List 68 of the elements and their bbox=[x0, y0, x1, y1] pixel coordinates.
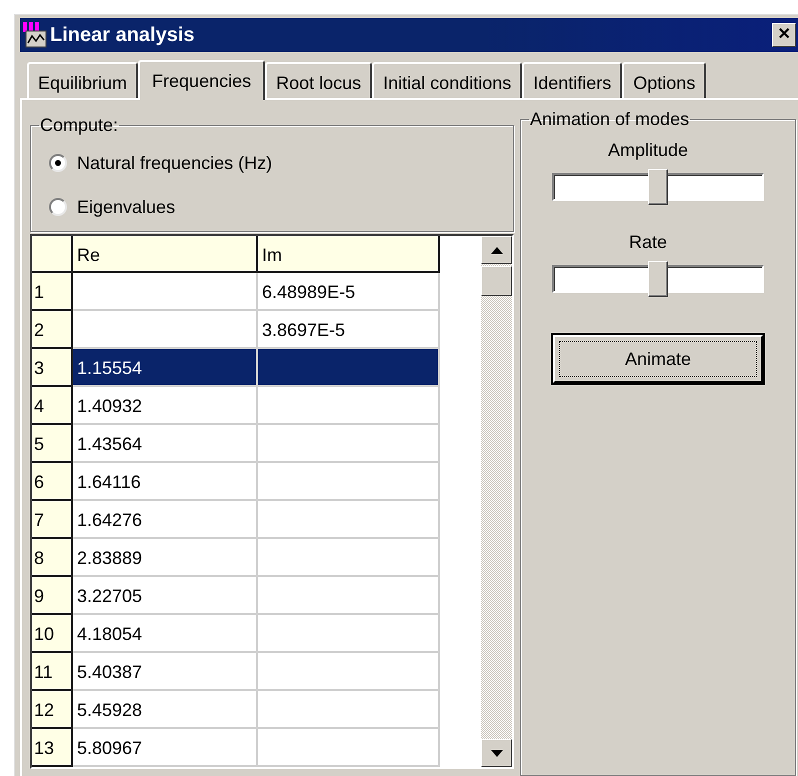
row-header: 7 bbox=[32, 501, 73, 539]
row-header: 4 bbox=[32, 387, 73, 425]
tab[interactable]: Identifiers bbox=[522, 62, 622, 98]
table-cell[interactable] bbox=[73, 311, 258, 349]
slider-thumb[interactable] bbox=[648, 261, 668, 297]
row-header: 9 bbox=[32, 577, 73, 615]
animate-button[interactable]: Animate bbox=[553, 335, 763, 383]
table-cell[interactable]: 1.40932 bbox=[73, 387, 258, 425]
table-cell[interactable]: 3.8697E-5 bbox=[258, 311, 440, 349]
group-title: Animation of modes bbox=[529, 108, 690, 131]
down-arrow-icon bbox=[490, 750, 503, 756]
table-cell[interactable] bbox=[258, 463, 440, 501]
close-button[interactable]: ✕ bbox=[772, 23, 796, 47]
tab[interactable]: Root locus bbox=[265, 62, 372, 98]
row-header: 12 bbox=[32, 691, 73, 729]
radio-label: Natural frequencies (Hz) bbox=[77, 152, 272, 175]
table-cell[interactable]: 5.45928 bbox=[73, 691, 258, 729]
scroll-down-button[interactable] bbox=[481, 739, 512, 767]
group-title: Compute: bbox=[39, 114, 120, 137]
row-header: 5 bbox=[32, 425, 73, 463]
table-cell[interactable] bbox=[258, 349, 440, 387]
tab[interactable]: Frequencies bbox=[138, 60, 266, 100]
table-cell[interactable]: 1.64116 bbox=[73, 463, 258, 501]
table-cell[interactable]: 1.64276 bbox=[73, 501, 258, 539]
row-header: 10 bbox=[32, 615, 73, 653]
row-header: 2 bbox=[32, 311, 73, 349]
table-cell[interactable] bbox=[258, 577, 440, 615]
scroll-up-button[interactable] bbox=[481, 236, 512, 264]
table-cell[interactable]: 1.43564 bbox=[73, 425, 258, 463]
app-icon bbox=[22, 21, 48, 49]
up-arrow-icon bbox=[490, 246, 503, 254]
table-cell[interactable] bbox=[258, 729, 440, 767]
row-header: 3 bbox=[32, 349, 73, 387]
table-cell[interactable] bbox=[258, 615, 440, 653]
header-cell bbox=[32, 236, 73, 273]
table-cell[interactable]: 5.80967 bbox=[73, 729, 258, 767]
slider-label: Amplitude bbox=[608, 139, 688, 161]
tab[interactable]: Options bbox=[622, 62, 706, 98]
row-header: 1 bbox=[32, 273, 73, 311]
radio-button[interactable] bbox=[49, 198, 67, 216]
column-header: Im bbox=[258, 236, 440, 273]
scrollbar[interactable] bbox=[481, 236, 512, 767]
table-cell[interactable] bbox=[258, 501, 440, 539]
tab[interactable]: Initial conditions bbox=[372, 62, 522, 98]
table-cell[interactable] bbox=[73, 273, 258, 311]
slider-label: Rate bbox=[628, 231, 668, 253]
row-header: 11 bbox=[32, 653, 73, 691]
table-cell[interactable] bbox=[258, 653, 440, 691]
table-cell[interactable] bbox=[258, 539, 440, 577]
column-header: Re bbox=[73, 236, 258, 273]
table-cell[interactable] bbox=[258, 425, 440, 463]
table-cell[interactable]: 2.83889 bbox=[73, 539, 258, 577]
table-cell[interactable]: 4.18054 bbox=[73, 615, 258, 653]
table-cell[interactable]: 6.48989E-5 bbox=[258, 273, 440, 311]
table-cell[interactable]: 3.22705 bbox=[73, 577, 258, 615]
window-title: Linear analysis bbox=[50, 23, 195, 48]
radio-button[interactable] bbox=[49, 154, 67, 172]
table-cell[interactable] bbox=[258, 691, 440, 729]
table-cell[interactable]: 5.40387 bbox=[73, 653, 258, 691]
table-cell[interactable]: 1.15554 bbox=[73, 349, 258, 387]
table-cell[interactable] bbox=[258, 387, 440, 425]
tab[interactable]: Equilibrium bbox=[27, 62, 138, 98]
slider-thumb[interactable] bbox=[648, 169, 668, 205]
row-header: 6 bbox=[32, 463, 73, 501]
scroll-thumb[interactable] bbox=[481, 266, 512, 296]
row-header: 13 bbox=[32, 729, 73, 767]
radio-label: Eigenvalues bbox=[77, 196, 176, 219]
row-header: 8 bbox=[32, 539, 73, 577]
